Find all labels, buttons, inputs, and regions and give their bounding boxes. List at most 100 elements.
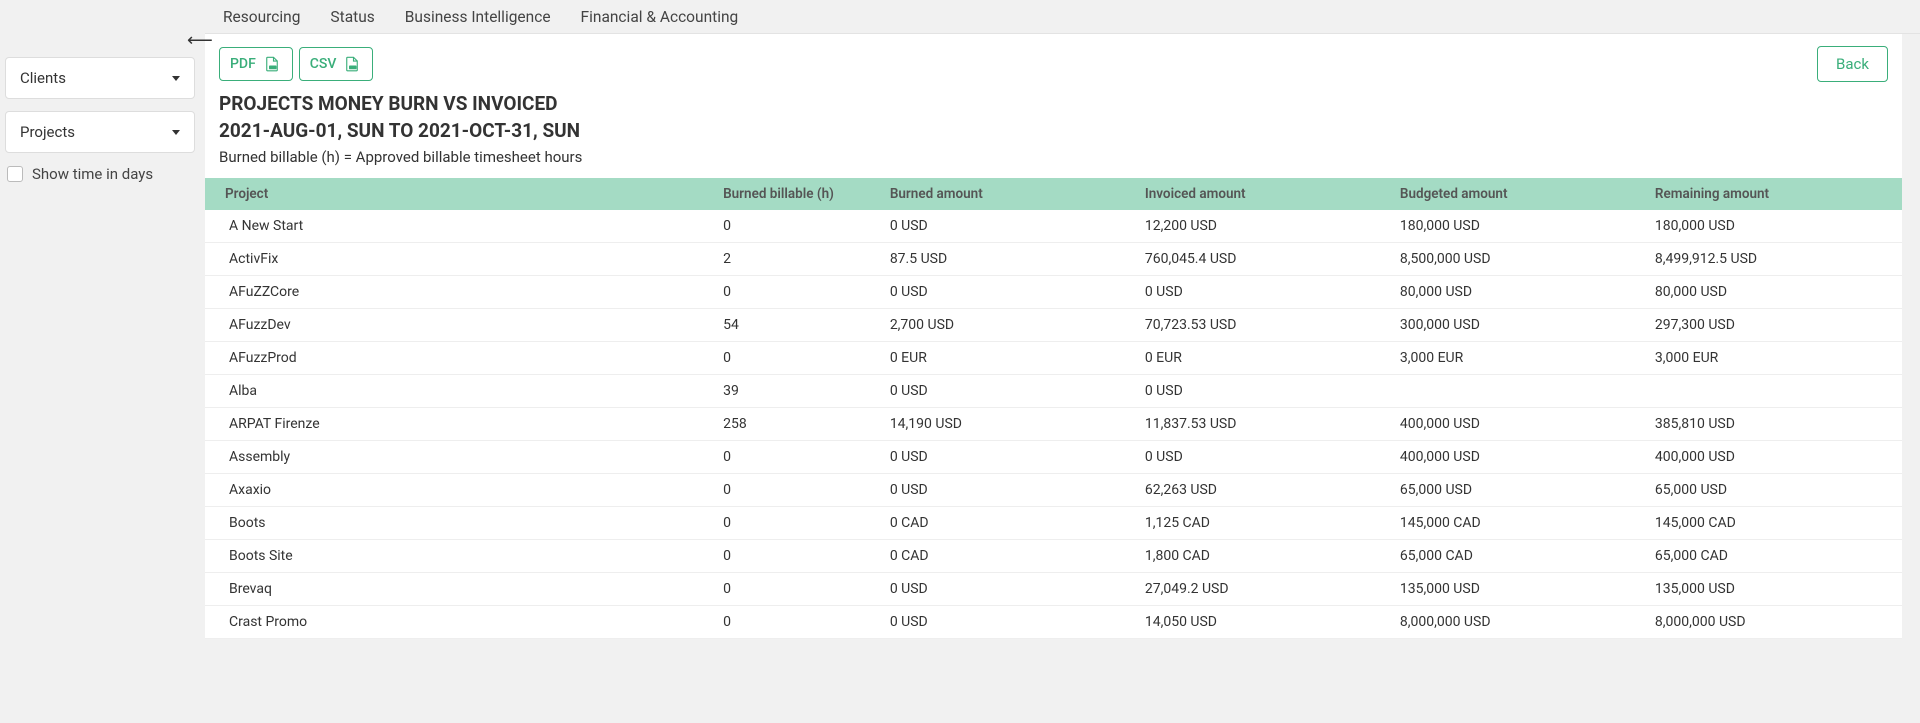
cell-invoiced: 1,125 CAD — [1137, 507, 1392, 540]
table-row: Boots Site00 CAD1,800 CAD65,000 CAD65,00… — [205, 540, 1902, 573]
cell-remaining: 65,000 USD — [1647, 474, 1902, 507]
cell-project: Boots — [205, 507, 715, 540]
csv-icon — [342, 55, 362, 73]
cell-burned_h: 0 — [715, 474, 882, 507]
csv-label: CSV — [310, 56, 337, 72]
table-row: Assembly00 USD0 USD400,000 USD400,000 US… — [205, 441, 1902, 474]
pdf-export-button[interactable]: PDF — [219, 47, 293, 81]
report-subtitle: Burned billable (h) = Approved billable … — [219, 148, 1888, 166]
cell-invoiced: 11,837.53 USD — [1137, 408, 1392, 441]
chevron-down-icon — [172, 130, 180, 135]
cell-burned_amt: 0 USD — [882, 210, 1137, 243]
cell-invoiced: 27,049.2 USD — [1137, 573, 1392, 606]
table-row: Alba390 USD0 USD — [205, 375, 1902, 408]
col-burned-amount: Burned amount — [882, 178, 1137, 210]
cell-project: AFuZZCore — [205, 276, 715, 309]
col-invoiced-amount: Invoiced amount — [1137, 178, 1392, 210]
cell-burned_h: 0 — [715, 210, 882, 243]
cell-project: Axaxio — [205, 474, 715, 507]
cell-burned_amt: 0 USD — [882, 441, 1137, 474]
cell-burned_h: 0 — [715, 507, 882, 540]
cell-burned_amt: 0 USD — [882, 276, 1137, 309]
cell-project: Boots Site — [205, 540, 715, 573]
cell-budgeted: 65,000 CAD — [1392, 540, 1647, 573]
cell-remaining: 65,000 CAD — [1647, 540, 1902, 573]
cell-burned_h: 0 — [715, 342, 882, 375]
cell-burned_h: 2 — [715, 243, 882, 276]
cell-burned_amt: 0 USD — [882, 474, 1137, 507]
cell-invoiced: 0 EUR — [1137, 342, 1392, 375]
table-row: Axaxio00 USD62,263 USD65,000 USD65,000 U… — [205, 474, 1902, 507]
cell-burned_amt: 0 USD — [882, 375, 1137, 408]
show-time-in-days-checkbox[interactable]: Show time in days — [5, 165, 195, 183]
col-budgeted-amount: Budgeted amount — [1392, 178, 1647, 210]
table-row: Boots00 CAD1,125 CAD145,000 CAD145,000 C… — [205, 507, 1902, 540]
chevron-down-icon — [172, 76, 180, 81]
cell-burned_h: 39 — [715, 375, 882, 408]
cell-budgeted — [1392, 375, 1647, 408]
cell-invoiced: 62,263 USD — [1137, 474, 1392, 507]
cell-burned_amt: 14,190 USD — [882, 408, 1137, 441]
cell-invoiced: 12,200 USD — [1137, 210, 1392, 243]
pdf-icon — [262, 55, 282, 73]
cell-project: AFuzzDev — [205, 309, 715, 342]
table-row: AFuzzProd00 EUR0 EUR3,000 EUR3,000 EUR — [205, 342, 1902, 375]
cell-project: Assembly — [205, 441, 715, 474]
cell-invoiced: 0 USD — [1137, 276, 1392, 309]
col-remaining-amount: Remaining amount — [1647, 178, 1902, 210]
cell-budgeted: 80,000 USD — [1392, 276, 1647, 309]
tab-financial-accounting[interactable]: Financial & Accounting — [581, 8, 739, 26]
table-row: Crast Promo00 USD14,050 USD 8,000,000 USD… — [205, 606, 1902, 639]
cell-remaining: 8,000,000 USD — [1647, 606, 1902, 639]
table-row: Brevaq00 USD27,049.2 USD135,000 USD135,0… — [205, 573, 1902, 606]
cell-invoiced: 760,045.4 USD — [1137, 243, 1392, 276]
show-time-in-days-input[interactable] — [7, 166, 23, 182]
cell-budgeted: 300,000 USD — [1392, 309, 1647, 342]
cell-project: A New Start — [205, 210, 715, 243]
projects-table: Project Burned billable (h) Burned amoun… — [205, 178, 1902, 639]
csv-export-button[interactable]: CSV — [299, 47, 374, 81]
cell-burned_amt: 2,700 USD — [882, 309, 1137, 342]
cell-invoiced: 14,050 USD — [1137, 606, 1392, 639]
cell-burned_h: 0 — [715, 276, 882, 309]
pdf-label: PDF — [230, 56, 256, 72]
table-row: AFuZZCore00 USD0 USD80,000 USD80,000 USD — [205, 276, 1902, 309]
cell-remaining: 8,499,912.5 USD — [1647, 243, 1902, 276]
tab-status[interactable]: Status — [330, 8, 374, 26]
cell-burned_h: 0 — [715, 441, 882, 474]
cell-budgeted: 400,000 USD — [1392, 441, 1647, 474]
projects-dropdown[interactable]: Projects — [5, 111, 195, 153]
cell-project: Alba — [205, 375, 715, 408]
cell-burned_amt: 0 USD — [882, 573, 1137, 606]
report-daterange: 2021-AUG-01, SUN TO 2021-OCT-31, SUN — [219, 119, 1888, 142]
cell-project: Crast Promo — [205, 606, 715, 639]
table-row: AFuzzDev542,700 USD70,723.53 USD300,000 … — [205, 309, 1902, 342]
table-row: A New Start00 USD12,200 USD180,000 USD18… — [205, 210, 1902, 243]
cell-burned_amt: 87.5 USD — [882, 243, 1137, 276]
cell-remaining: 297,300 USD — [1647, 309, 1902, 342]
report-title: PROJECTS MONEY BURN VS INVOICED — [219, 92, 1888, 115]
cell-burned_amt: 0 USD — [882, 606, 1137, 639]
back-button[interactable]: Back — [1817, 46, 1888, 82]
clients-dropdown[interactable]: Clients — [5, 57, 195, 99]
cell-invoiced: 1,800 CAD — [1137, 540, 1392, 573]
cell-budgeted: 8,500,000 USD — [1392, 243, 1647, 276]
cell-burned_amt: 0 CAD — [882, 540, 1137, 573]
col-burned-billable: Burned billable (h) — [715, 178, 882, 210]
table-row: ActivFix287.5 USD760,045.4 USD8,500,000 … — [205, 243, 1902, 276]
back-arrow-icon[interactable]: ⟵ — [187, 30, 213, 51]
cell-project: ActivFix — [205, 243, 715, 276]
cell-remaining: 80,000 USD — [1647, 276, 1902, 309]
cell-burned_h: 0 — [715, 606, 882, 639]
cell-project: AFuzzProd — [205, 342, 715, 375]
tab-resourcing[interactable]: Resourcing — [223, 8, 300, 26]
cell-burned_h: 0 — [715, 540, 882, 573]
projects-label: Projects — [20, 123, 75, 141]
cell-budgeted: 180,000 USD — [1392, 210, 1647, 243]
tab-business-intelligence[interactable]: Business Intelligence — [405, 8, 551, 26]
cell-remaining: 385,810 USD — [1647, 408, 1902, 441]
cell-burned_h: 258 — [715, 408, 882, 441]
cell-remaining: 135,000 USD — [1647, 573, 1902, 606]
cell-invoiced: 0 USD — [1137, 441, 1392, 474]
cell-remaining: 3,000 EUR — [1647, 342, 1902, 375]
